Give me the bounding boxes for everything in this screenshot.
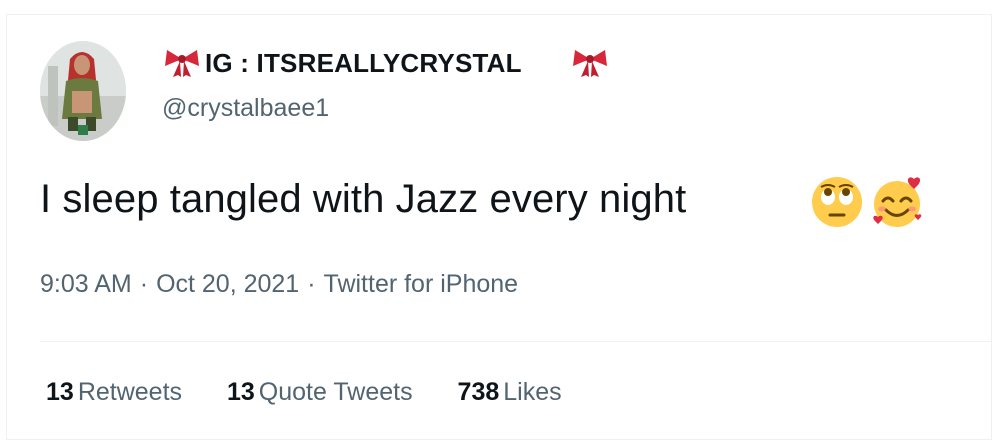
tweet-meta: 9:03 AM · Oct 20, 2021 · Twitter for iPhone bbox=[40, 270, 518, 299]
avatar[interactable] bbox=[40, 41, 126, 141]
quote-tweets-stat[interactable]: 13 Quote Tweets bbox=[227, 378, 413, 407]
tweet-source[interactable]: Twitter for iPhone bbox=[324, 270, 519, 298]
tweet-text: I sleep tangled with Jazz every night bbox=[40, 177, 687, 221]
tweet-stats: 13 Retweets 13 Quote Tweets 738 Likes bbox=[46, 378, 600, 407]
smiling-face-with-hearts-emoji bbox=[870, 175, 924, 229]
display-name[interactable]: IG : ITSREALLYCRYSTAL bbox=[205, 48, 522, 79]
user-handle[interactable]: @crystalbaee1 bbox=[162, 94, 329, 123]
likes-stat[interactable]: 738 Likes bbox=[458, 378, 562, 407]
quote-tweets-label: Quote Tweets bbox=[258, 378, 413, 406]
quote-tweets-count: 13 bbox=[226, 378, 255, 406]
retweets-stat[interactable]: 13 Retweets bbox=[46, 378, 182, 407]
retweets-count: 13 bbox=[46, 378, 74, 406]
tweet-time[interactable]: 9:03 AM bbox=[40, 270, 132, 298]
ribbon-bow-icon bbox=[164, 48, 200, 78]
retweets-label: Retweets bbox=[77, 378, 183, 406]
profile-photo bbox=[40, 41, 126, 141]
face-with-rolling-eyes-emoji bbox=[810, 175, 864, 229]
divider bbox=[40, 341, 992, 342]
likes-label: Likes bbox=[503, 378, 562, 406]
meta-separator: · bbox=[307, 270, 316, 298]
tweet-date[interactable]: Oct 20, 2021 bbox=[156, 270, 299, 298]
likes-count: 738 bbox=[457, 378, 500, 406]
ribbon-bow-icon bbox=[572, 48, 608, 78]
meta-separator: · bbox=[139, 270, 149, 298]
